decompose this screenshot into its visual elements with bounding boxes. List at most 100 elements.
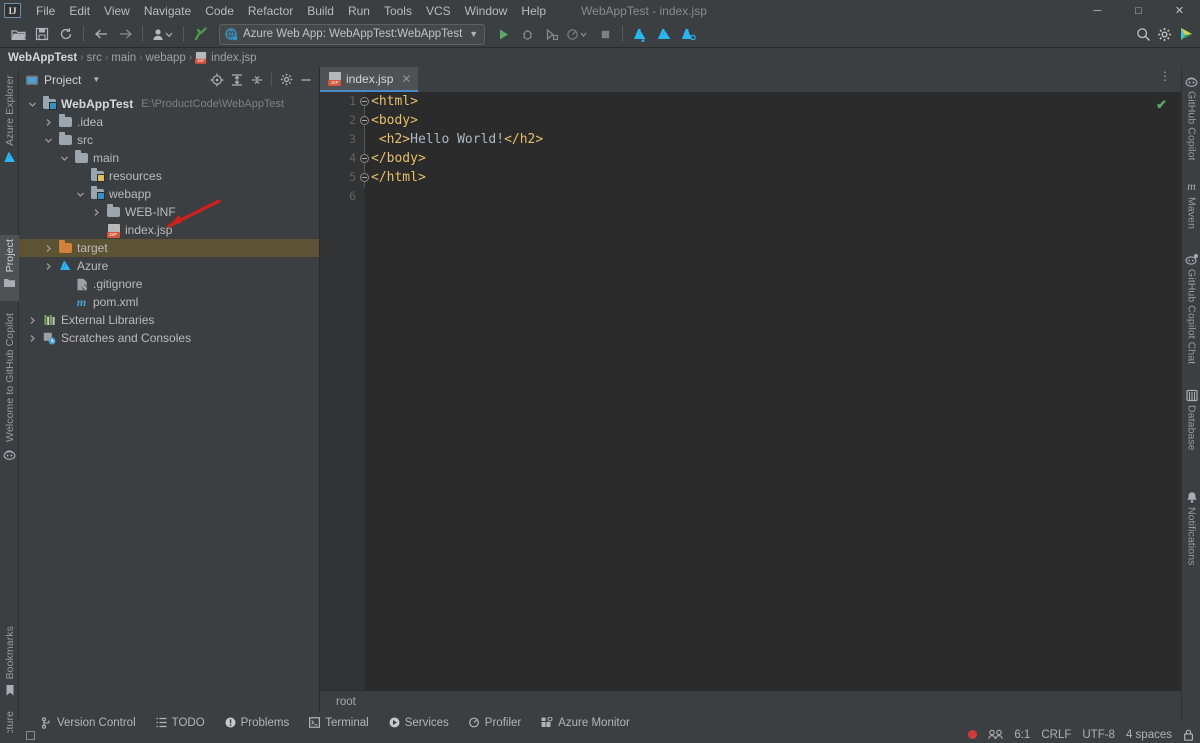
- code-editor[interactable]: 123456 <html><body> <h2>Hello World!</h2…: [320, 92, 1181, 712]
- chevron-down-icon[interactable]: [75, 189, 86, 200]
- close-button[interactable]: ✕: [1159, 0, 1200, 21]
- build-hammer-icon[interactable]: [190, 23, 212, 45]
- back-arrow-icon[interactable]: [90, 23, 112, 45]
- chevron-right-icon[interactable]: [27, 315, 38, 326]
- fold-marker-html[interactable]: [360, 97, 369, 106]
- save-icon[interactable]: [31, 23, 53, 45]
- fold-marker-body-end[interactable]: [360, 154, 369, 163]
- menu-item-view[interactable]: View: [97, 2, 137, 20]
- sidebar-item-welcome-copilot[interactable]: Welcome to GitHub Copilot: [0, 309, 19, 455]
- minimize-button[interactable]: ─: [1077, 0, 1118, 21]
- bottom-tab-profiler[interactable]: Profiler: [459, 717, 531, 729]
- azure-explorer-icon[interactable]: [653, 23, 675, 45]
- tree-node-idea[interactable]: .idea: [19, 113, 319, 131]
- menu-item-vcs[interactable]: VCS: [419, 2, 458, 20]
- tree-node-pom-xml[interactable]: mpom.xml: [19, 293, 319, 311]
- sidebar-item-project[interactable]: Project: [0, 235, 19, 301]
- chevron-down-icon[interactable]: ▼: [469, 29, 478, 39]
- code-line[interactable]: <body>: [371, 111, 1181, 130]
- chevron-down-icon[interactable]: [27, 99, 38, 110]
- azure-deploy-icon[interactable]: [629, 23, 651, 45]
- line-separator[interactable]: CRLF: [1041, 729, 1071, 741]
- azure-settings-icon[interactable]: [677, 23, 699, 45]
- menu-item-navigate[interactable]: Navigate: [137, 2, 198, 20]
- run-icon[interactable]: [492, 23, 514, 45]
- menu-item-help[interactable]: Help: [514, 2, 553, 20]
- fold-marker-body[interactable]: [360, 116, 369, 125]
- run-configuration-selector[interactable]: Azure Web App: WebAppTest:WebAppTest ▼: [219, 24, 485, 45]
- expand-all-icon[interactable]: [228, 71, 246, 89]
- chevron-down-icon[interactable]: [43, 135, 54, 146]
- code-line[interactable]: </body>: [371, 149, 1181, 168]
- code-content[interactable]: <html><body> <h2>Hello World!</h2></body…: [371, 92, 1181, 712]
- collaborate-icon[interactable]: [988, 729, 1003, 740]
- code-line[interactable]: <html>: [371, 92, 1181, 111]
- profile-icon[interactable]: [564, 23, 592, 45]
- chevron-right-icon[interactable]: [91, 207, 102, 218]
- bottom-tab-version-control[interactable]: Version Control: [31, 717, 146, 729]
- fold-marker-html-end[interactable]: [360, 173, 369, 182]
- tree-node-webapp[interactable]: webapp: [19, 185, 319, 203]
- tree-node-azure[interactable]: Azure: [19, 257, 319, 275]
- menu-item-edit[interactable]: Edit: [62, 2, 97, 20]
- forward-arrow-icon[interactable]: [114, 23, 136, 45]
- lock-icon[interactable]: [1183, 729, 1194, 741]
- hide-minimize-icon[interactable]: [297, 71, 315, 89]
- menu-item-run[interactable]: Run: [341, 2, 377, 20]
- tree-node-index-jsp[interactable]: index.jsp: [19, 221, 319, 239]
- menu-item-tools[interactable]: Tools: [377, 2, 419, 20]
- bottom-tab-services[interactable]: Services: [379, 717, 459, 729]
- bottom-tab-todo[interactable]: TODO: [146, 717, 215, 729]
- editor-options-icon[interactable]: ⋮: [1159, 72, 1171, 80]
- search-icon[interactable]: [1136, 27, 1151, 42]
- menu-item-window[interactable]: Window: [458, 2, 515, 20]
- sidebar-item-bookmarks[interactable]: Bookmarks: [0, 622, 19, 700]
- breadcrumb-item-webapp[interactable]: webapp: [146, 52, 186, 64]
- chevron-down-icon[interactable]: ▼: [92, 75, 100, 84]
- inspection-status-icon[interactable]: ✔: [1156, 97, 1167, 113]
- sidebar-item-azure-explorer[interactable]: Azure Explorer: [0, 71, 19, 157]
- locate-target-icon[interactable]: [208, 71, 226, 89]
- editor-breadcrumb-root[interactable]: root: [336, 696, 356, 708]
- sidebar-item-notifications[interactable]: Notifications: [1182, 487, 1200, 583]
- chevron-right-icon[interactable]: [27, 333, 38, 344]
- breadcrumb-item-index-jsp[interactable]: index.jsp: [211, 52, 256, 64]
- ide-assistant-icon[interactable]: [1178, 26, 1194, 42]
- tree-node-web-inf[interactable]: WEB-INF: [19, 203, 319, 221]
- stop-icon[interactable]: [594, 23, 616, 45]
- breadcrumb-item-src[interactable]: src: [87, 52, 102, 64]
- chevron-right-icon[interactable]: [43, 261, 54, 272]
- tree-node-gitignore[interactable]: .gitignore: [19, 275, 319, 293]
- code-line[interactable]: <h2>Hello World!</h2>: [371, 130, 1181, 149]
- menu-item-code[interactable]: Code: [198, 2, 241, 20]
- tree-node-src[interactable]: src: [19, 131, 319, 149]
- file-encoding[interactable]: UTF-8: [1082, 729, 1115, 741]
- editor-tab-index-jsp[interactable]: index.jsp ✕: [320, 67, 418, 92]
- bottom-tab-azure-monitor[interactable]: Azure Monitor: [531, 717, 640, 729]
- close-icon[interactable]: ✕: [401, 72, 411, 86]
- code-line[interactable]: </html>: [371, 168, 1181, 187]
- sidebar-item-github-copilot-chat[interactable]: GitHub Copilot Chat: [1182, 249, 1200, 371]
- menu-item-build[interactable]: Build: [300, 2, 341, 20]
- tree-node-resources[interactable]: resources: [19, 167, 319, 185]
- open-folder-icon[interactable]: [7, 23, 29, 45]
- chevron-down-icon[interactable]: [59, 153, 70, 164]
- caret-position[interactable]: 6:1: [1014, 729, 1030, 741]
- tree-node-external-libraries[interactable]: External Libraries: [19, 311, 319, 329]
- indent-setting[interactable]: 4 spaces: [1126, 729, 1172, 741]
- maximize-button[interactable]: □: [1118, 0, 1159, 21]
- menu-item-file[interactable]: File: [29, 2, 62, 20]
- sidebar-item-github-copilot[interactable]: GitHub Copilot: [1182, 71, 1200, 159]
- tree-node-target[interactable]: target: [19, 239, 319, 257]
- sync-icon[interactable]: [55, 23, 77, 45]
- tree-node-scratches-and-consoles[interactable]: Scratches and Consoles: [19, 329, 319, 347]
- settings-gear-icon[interactable]: [277, 71, 295, 89]
- collapse-all-icon[interactable]: [248, 71, 266, 89]
- code-line[interactable]: [371, 187, 1181, 206]
- tree-node-main[interactable]: main: [19, 149, 319, 167]
- run-coverage-icon[interactable]: [540, 23, 562, 45]
- recording-dot-icon[interactable]: [968, 730, 977, 739]
- sidebar-item-database[interactable]: Database: [1182, 385, 1200, 463]
- bottom-tab-problems[interactable]: Problems: [215, 717, 300, 729]
- debug-icon[interactable]: [516, 23, 538, 45]
